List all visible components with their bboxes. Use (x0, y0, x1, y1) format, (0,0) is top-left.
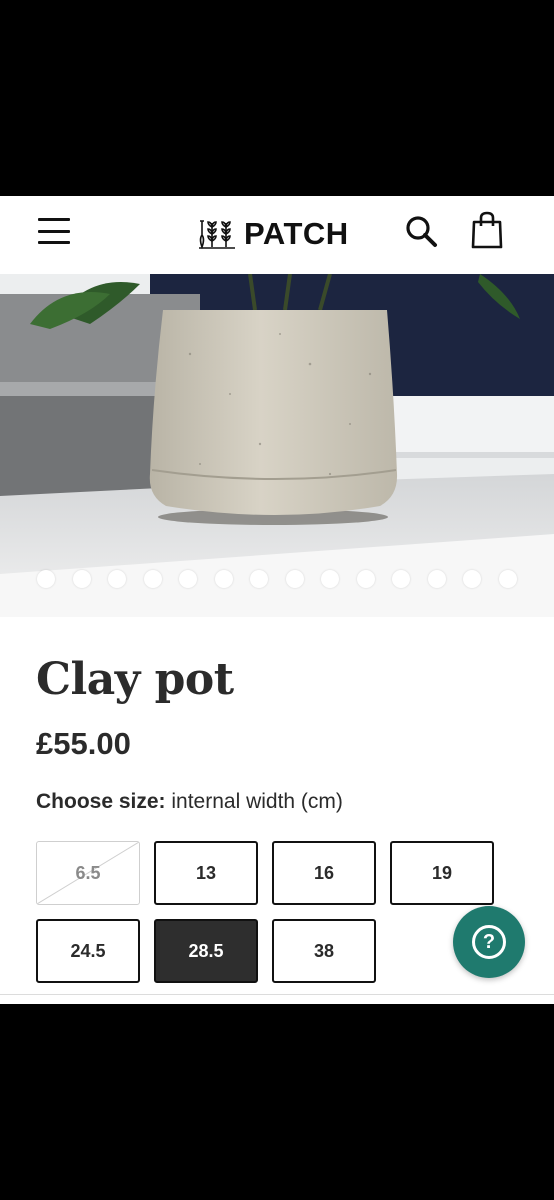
carousel-dot[interactable] (37, 570, 55, 588)
product-photo (0, 274, 554, 617)
search-icon[interactable] (403, 213, 439, 249)
size-selector-label: Choose size: internal width (cm) (36, 790, 343, 814)
carousel-dot[interactable] (108, 570, 126, 588)
carousel-dot[interactable] (72, 570, 91, 588)
site-header: PATCH (0, 196, 554, 275)
product-image-carousel[interactable] (0, 274, 554, 617)
size-option-label: 38 (313, 940, 335, 961)
size-option-label: 19 (431, 862, 453, 883)
garden-tools-logo-icon (199, 220, 235, 250)
carousel-pagination (0, 570, 554, 590)
product-price: £55.00 (36, 726, 131, 761)
carousel-dot[interactable] (143, 570, 162, 588)
size-option-label: 6.5 (75, 862, 101, 883)
size-label-detail: internal width (cm) (165, 790, 343, 813)
carousel-dot[interactable] (250, 570, 268, 588)
size-option-24-5[interactable]: 24.5 (36, 919, 140, 983)
size-label-strong: Choose size: (36, 790, 166, 813)
size-option-label: 24.5 (70, 940, 106, 961)
carousel-dot[interactable] (321, 570, 339, 588)
carousel-dot[interactable] (427, 570, 446, 588)
divider (0, 994, 554, 995)
size-option-label: 16 (313, 862, 335, 883)
carousel-dot[interactable] (463, 570, 481, 588)
brand-logo[interactable]: PATCH (198, 214, 349, 254)
help-chat-button[interactable]: ? (453, 906, 525, 978)
size-option-6-5[interactable]: 6.5 (36, 841, 140, 905)
size-option-13[interactable]: 13 (154, 841, 258, 905)
size-option-label: 13 (195, 862, 217, 883)
size-option-19[interactable]: 19 (390, 841, 494, 905)
carousel-dot[interactable] (498, 570, 517, 588)
carousel-dot[interactable] (392, 570, 410, 588)
hamburger-menu-icon[interactable] (38, 218, 70, 244)
size-option-16[interactable]: 16 (272, 841, 376, 905)
brand-name: PATCH (244, 216, 349, 251)
question-mark-icon: ? (472, 925, 506, 959)
carousel-dot[interactable] (179, 570, 197, 588)
carousel-dot[interactable] (214, 570, 233, 588)
size-option-28-5[interactable]: 28.5 (154, 919, 258, 983)
size-option-38[interactable]: 38 (272, 919, 376, 983)
app-screen: PATCH Clay pot £55.00 Choose size: inter… (0, 196, 554, 1004)
product-title: Clay pot (36, 654, 234, 705)
shopping-bag-icon[interactable] (469, 210, 505, 250)
size-option-label: 28.5 (188, 940, 224, 961)
carousel-dot[interactable] (285, 570, 304, 588)
carousel-dot[interactable] (356, 570, 375, 588)
